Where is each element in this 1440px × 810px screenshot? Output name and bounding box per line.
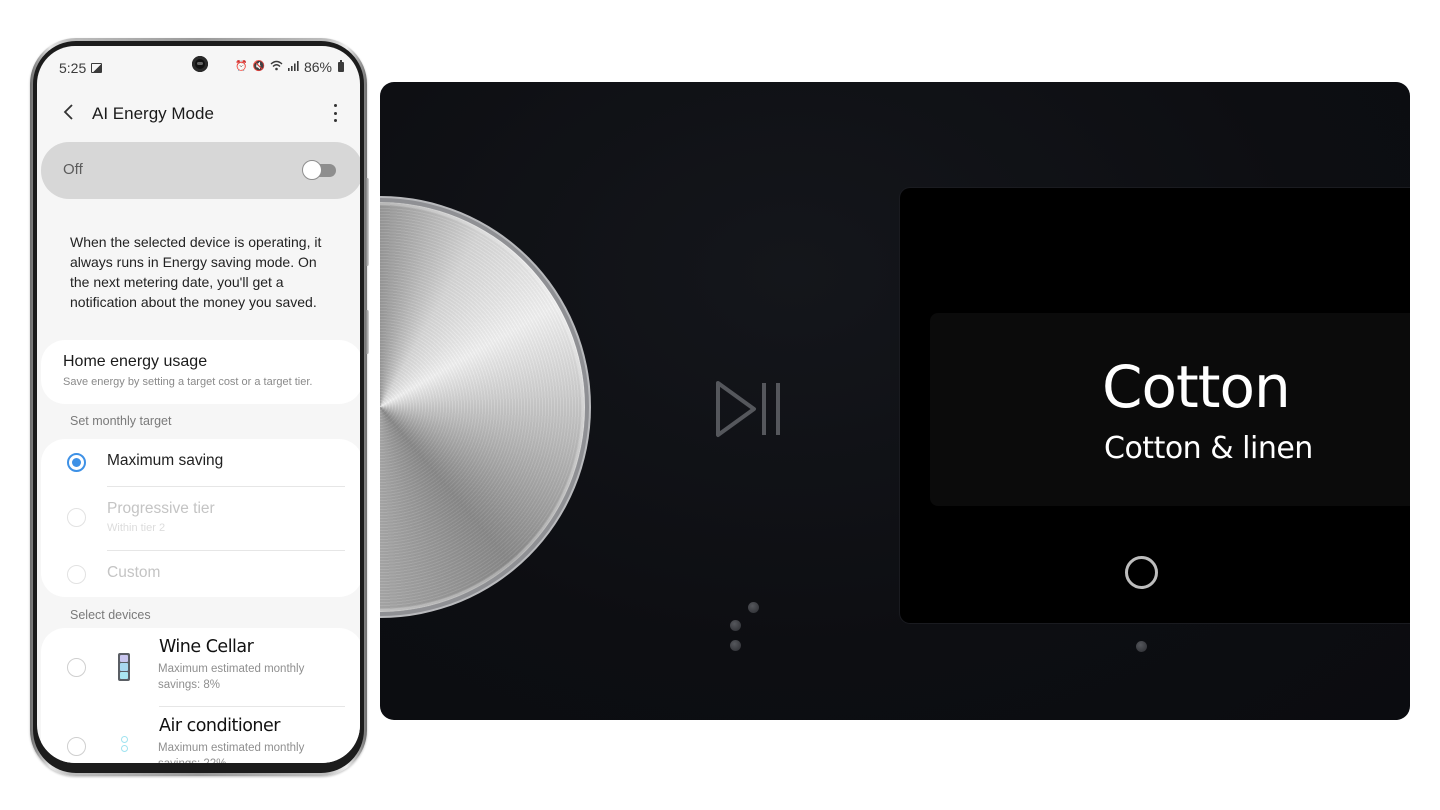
battery-percent: 86% (303, 59, 332, 75)
wine-cellar-icon (118, 653, 130, 681)
monthly-target-options: Maximum saving Progressive tier Within t… (41, 439, 360, 597)
battery-icon (338, 60, 344, 72)
course-title: Cotton (1102, 353, 1291, 421)
indicator-dot (1136, 641, 1147, 652)
phone-volume-button (366, 178, 369, 266)
toggle-switch[interactable] (302, 160, 336, 180)
toggle-thumb (302, 160, 322, 180)
indicator-dot (730, 620, 741, 631)
device-savings: Maximum estimated monthly savings: 8% (158, 663, 305, 691)
section-label-monthly-target: Set monthly target (70, 414, 172, 428)
home-energy-subtitle: Save energy by setting a target cost or … (63, 376, 313, 388)
front-camera (192, 56, 208, 72)
status-time: 5:25 (59, 60, 87, 76)
device-list: Wine Cellar Maximum estimated monthly sa… (41, 628, 360, 763)
course-subtitle: Cotton & linen (1104, 431, 1313, 466)
status-bar: 5:25 ⏰ 🔇 86% (37, 46, 360, 86)
app-bar: AI Energy Mode (37, 92, 360, 134)
option-label: Custom (107, 564, 161, 581)
mute-icon: 🔇 (252, 61, 265, 72)
phone-screen: 5:25 ⏰ 🔇 86% AI Energy Mode Off When the… (37, 46, 360, 763)
phone-frame: 5:25 ⏰ 🔇 86% AI Energy Mode Off When the… (30, 38, 367, 776)
play-pause-icon[interactable] (714, 379, 782, 439)
radio-button[interactable] (67, 658, 86, 677)
option-custom[interactable]: Custom (41, 551, 360, 597)
device-item-wine-cellar[interactable]: Wine Cellar Maximum estimated monthly sa… (41, 628, 360, 706)
device-savings: Maximum estimated monthly savings: 22% (158, 742, 305, 763)
option-sublabel: Within tier 2 (107, 522, 166, 534)
option-maximum-saving[interactable]: Maximum saving (41, 439, 360, 487)
display-screen: Cotton Cotton & linen (900, 188, 1410, 623)
wifi-icon (270, 60, 283, 74)
option-progressive-tier[interactable]: Progressive tier Within tier 2 (41, 487, 360, 551)
indicator-dot (748, 602, 759, 613)
option-label: Progressive tier (107, 500, 215, 517)
chevron-left-icon[interactable] (61, 104, 77, 120)
washer-control-panel: Cotton Cotton & linen (380, 82, 1410, 720)
gallery-icon (91, 63, 102, 73)
device-name: Air conditioner (159, 716, 280, 736)
switch-label: Off (63, 161, 83, 178)
option-label: Maximum saving (107, 452, 224, 469)
course-card[interactable]: Cotton Cotton & linen (930, 313, 1410, 506)
mode-description: When the selected device is operating, i… (70, 234, 322, 310)
radio-button-selected[interactable] (67, 453, 86, 472)
home-energy-usage-item[interactable]: Home energy usage Save energy by setting… (41, 340, 360, 404)
radio-button[interactable] (67, 737, 86, 756)
device-item-air-conditioner[interactable]: Air conditioner Maximum estimated monthl… (41, 707, 360, 763)
signal-icon (287, 60, 299, 74)
more-vertical-icon[interactable] (332, 104, 338, 122)
alarm-icon: ⏰ (235, 61, 248, 72)
phone-bezel: 5:25 ⏰ 🔇 86% AI Energy Mode Off When the… (33, 41, 364, 773)
radio-button[interactable] (67, 508, 86, 527)
section-label-select-devices: Select devices (70, 608, 151, 622)
cycle-selector-knob[interactable] (380, 202, 585, 612)
indicator-dot (730, 640, 741, 651)
phone-power-button (366, 310, 369, 354)
page-title: AI Energy Mode (92, 104, 214, 123)
status-icons: ⏰ 🔇 86% (235, 59, 344, 75)
home-energy-title: Home energy usage (63, 353, 208, 370)
radio-button[interactable] (67, 565, 86, 584)
ai-energy-mode-switch[interactable]: Off (41, 142, 360, 199)
device-name: Wine Cellar (159, 637, 254, 657)
circle-home-icon[interactable] (1125, 556, 1158, 589)
